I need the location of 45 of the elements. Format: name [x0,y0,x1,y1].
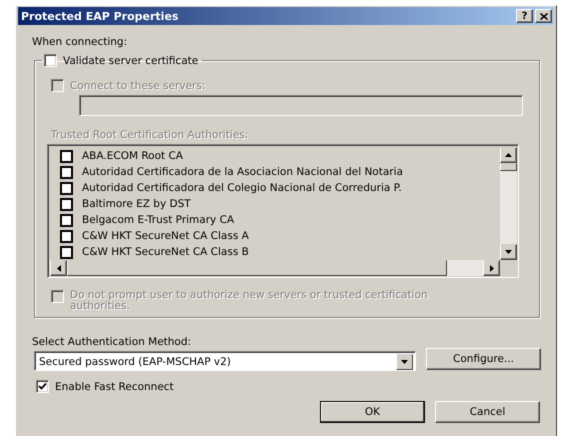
list-item-label[interactable]: C&W HKT SecureNet CA Class A [82,230,249,242]
checkbox[interactable] [36,380,49,393]
checkbox[interactable] [60,150,73,162]
close-icon [540,12,548,20]
horizontal-scrollbar[interactable] [50,260,500,276]
help-button[interactable]: ? [516,9,533,23]
cancel-button[interactable]: Cancel [435,401,540,423]
section-label: Select Authentication Method: [32,336,192,348]
scroll-left-button[interactable] [50,260,67,276]
left-arrow-icon [56,264,60,272]
down-arrow-icon [505,250,512,254]
down-arrow-icon [401,360,408,364]
checkbox[interactable] [44,54,57,67]
authentication-method-dropdown[interactable]: Secured password (EAP-MSCHAP v2) [34,351,416,371]
checkbox[interactable] [60,166,73,178]
scrollbar-thumb[interactable] [67,260,447,276]
checkbox[interactable] [60,182,73,194]
checkbox-label: Connect to these servers: [70,80,206,92]
checkbox-label: Do not prompt user to authorize new servers or trusted certification authorities. [70,290,429,312]
scroll-right-button[interactable] [483,260,500,276]
up-arrow-icon [505,153,512,157]
scrollbar-thumb[interactable] [500,163,517,171]
vertical-scrollbar[interactable] [500,147,517,260]
list-item-label[interactable]: C&W HKT SecureNet CA Class B [82,246,249,258]
list-item-label[interactable]: Autoridad Certificadora de la Asociacion Nacional del Notaria [82,166,403,178]
close-button[interactable] [535,9,552,23]
list-item-label[interactable]: Baltimore EZ by DST [82,198,191,210]
checkbox[interactable] [60,198,73,210]
list-item-label[interactable]: ABA.ECOM Root CA [82,150,183,162]
scroll-up-button[interactable] [500,147,517,163]
section-label: When connecting: [32,36,128,48]
scroll-down-button[interactable] [500,244,517,260]
checkbox-label: Enable Fast Reconnect [55,380,174,392]
ok-button[interactable]: OK [320,401,425,423]
right-arrow-icon [490,264,494,272]
checkbox[interactable] [60,214,73,226]
checkbox[interactable] [60,230,73,242]
list-item-label[interactable]: Belgacom E-Trust Primary CA [82,214,234,226]
list-item-label[interactable]: Autoridad Certificadora del Colegio Nacional de Correduria P. [82,182,402,194]
list-label: Trusted Root Certification Authorities: [51,129,250,141]
checkbox-label: Validate server certificate [63,54,198,66]
configure-button[interactable]: Configure... [426,348,541,370]
window-title: Protected EAP Properties [21,10,178,22]
checkbox[interactable] [60,246,73,258]
dropdown-arrow-button[interactable] [396,354,413,370]
